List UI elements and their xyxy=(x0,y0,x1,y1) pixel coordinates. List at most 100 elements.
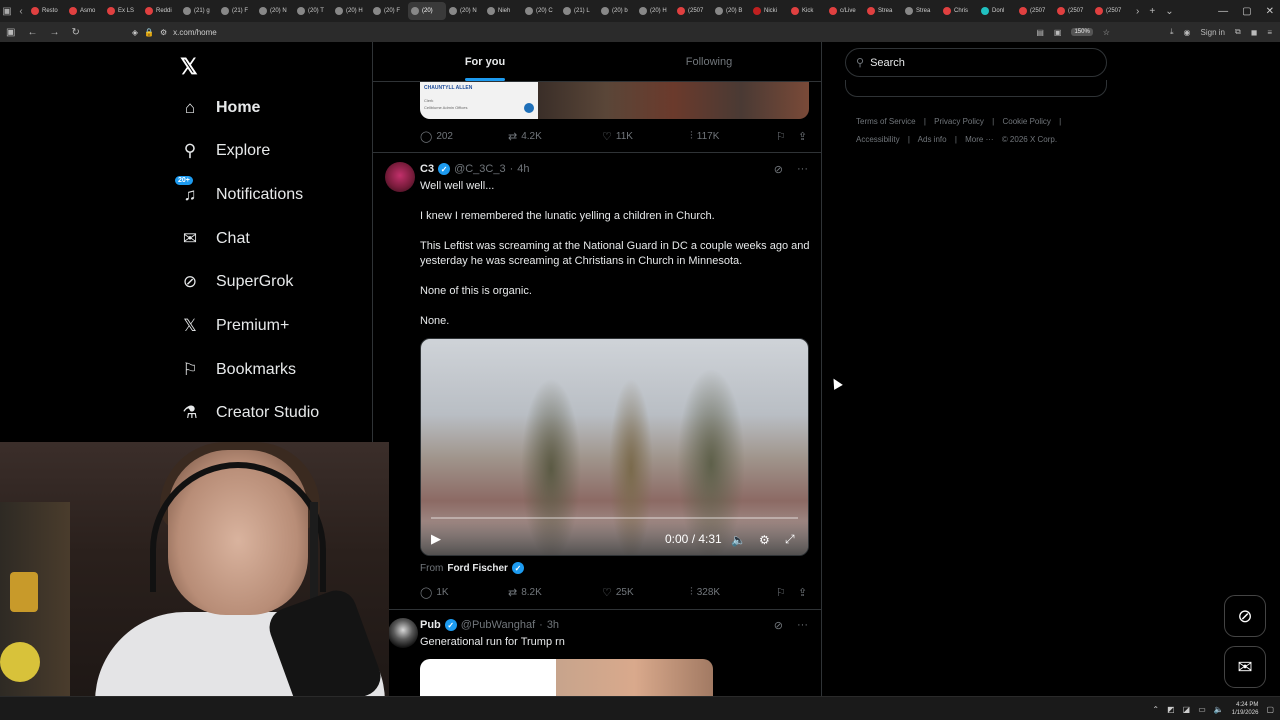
video-progress-bar[interactable] xyxy=(431,517,798,519)
browser-tab[interactable]: Ex LS xyxy=(104,2,142,20)
tray-app-icon[interactable]: ◪ xyxy=(1183,705,1191,714)
grok-icon[interactable]: ⊘ xyxy=(774,619,783,632)
search-box[interactable]: ⚲ Search xyxy=(845,48,1107,77)
browser-tab[interactable]: Kick xyxy=(788,2,826,20)
views-button[interactable]: ⫶ 328K xyxy=(690,586,776,599)
browser-tab[interactable]: c/Live xyxy=(826,2,864,20)
like-button[interactable]: ♡ 25K xyxy=(602,586,690,599)
browser-tab[interactable]: (20) N xyxy=(446,2,484,20)
author-handle[interactable]: @PubWanghaf xyxy=(461,619,535,631)
tab-list-icon[interactable]: ⌄ xyxy=(1165,6,1173,17)
clock[interactable]: 4:24 PM 1/19/2026 xyxy=(1232,701,1259,717)
browser-tab[interactable]: Nicki xyxy=(750,2,788,20)
footer-link-terms[interactable]: Terms of Service xyxy=(856,117,916,126)
close-window-icon[interactable]: ✕ xyxy=(1266,6,1274,17)
nav-supergrok[interactable]: ⊘ SuperGrok xyxy=(180,262,294,302)
browser-tab[interactable]: (20) T xyxy=(294,2,332,20)
tweet-time[interactable]: 3h xyxy=(547,619,559,631)
browser-tab[interactable]: (20) H xyxy=(636,2,674,20)
bookmark-star-icon[interactable]: ☆ xyxy=(1103,28,1110,37)
share-button[interactable]: ⇪ xyxy=(798,586,807,599)
author-handle[interactable]: @C_3C_3 xyxy=(454,163,506,175)
avatar[interactable] xyxy=(388,618,418,648)
video-player[interactable]: ▶ 0:00 / 4:31 🔈 ⚙ ⤢ xyxy=(420,338,809,556)
forward-icon[interactable]: → xyxy=(49,27,59,38)
browser-tab[interactable]: (21) L xyxy=(560,2,598,20)
picture-icon[interactable]: ▣ xyxy=(1054,28,1062,37)
like-button[interactable]: ♡ 11K xyxy=(602,130,690,143)
tab-following[interactable]: Following xyxy=(597,42,821,81)
tray-arrow-icon[interactable]: ⌃ xyxy=(1152,705,1159,714)
browser-tab[interactable]: (2507 xyxy=(1054,2,1092,20)
nav-bookmarks[interactable]: ⚐ Bookmarks xyxy=(180,350,296,390)
browser-tab[interactable]: Resto xyxy=(28,2,66,20)
reply-button[interactable]: ◯ 202 xyxy=(420,130,508,143)
download-icon[interactable]: ⤓ xyxy=(1170,27,1174,37)
settings-icon[interactable]: ⚙ xyxy=(759,533,770,547)
browser-tab[interactable]: (2507 xyxy=(674,2,712,20)
tracking-shield-icon[interactable]: ◈ xyxy=(132,28,138,37)
tab-scroll-left-icon[interactable]: ‹ xyxy=(14,0,28,22)
share-button[interactable]: ⇪ xyxy=(798,130,807,143)
source-author[interactable]: Ford Fischer xyxy=(447,563,508,574)
browser-tab[interactable]: Chris xyxy=(940,2,978,20)
extensions-icon[interactable]: ⧉ xyxy=(1235,27,1241,37)
x-logo-icon[interactable]: 𝕏 xyxy=(180,54,198,80)
browser-tab[interactable]: (20) H xyxy=(332,2,370,20)
sign-in-link[interactable]: Sign in xyxy=(1201,28,1225,37)
grok-icon[interactable]: ⊘ xyxy=(774,163,783,176)
nav-notifications[interactable]: ♫ 20+ Notifications xyxy=(174,175,303,215)
browser-tab[interactable]: Nieh xyxy=(484,2,522,20)
maximize-icon[interactable]: ▢ xyxy=(1242,6,1251,17)
browser-tab[interactable]: Reddi xyxy=(142,2,180,20)
avatar[interactable] xyxy=(385,162,415,192)
footer-link-privacy[interactable]: Privacy Policy xyxy=(934,117,984,126)
browser-tab[interactable]: Asmo xyxy=(66,2,104,20)
nav-premium[interactable]: 𝕏 Premium+ xyxy=(180,306,289,346)
notification-icon[interactable]: ◼ xyxy=(1251,28,1258,37)
browser-tab[interactable]: (2507 xyxy=(1092,2,1130,20)
search-input[interactable]: Search xyxy=(870,57,905,69)
tweet-media[interactable] xyxy=(420,659,713,696)
tray-app-icon[interactable]: ◩ xyxy=(1167,705,1175,714)
volume-icon[interactable]: 🔈 xyxy=(1214,705,1224,714)
grok-button[interactable]: ⊘ xyxy=(1224,595,1266,637)
reader-view-icon[interactable]: ▤ xyxy=(1036,28,1044,37)
more-icon[interactable]: ··· xyxy=(797,163,808,175)
views-button[interactable]: ⫶ 117K xyxy=(690,130,776,143)
tab-scroll-right-icon[interactable]: › xyxy=(1136,6,1139,17)
account-icon[interactable]: ◉ xyxy=(1184,28,1191,37)
menu-icon[interactable]: ≡ xyxy=(1267,28,1272,37)
browser-tab[interactable]: (20) B xyxy=(712,2,750,20)
new-tab-icon[interactable]: + xyxy=(1149,6,1155,17)
browser-tab[interactable]: (21) g xyxy=(180,2,218,20)
fullscreen-icon[interactable]: ⤢ xyxy=(785,532,795,547)
browser-tab[interactable]: Strea xyxy=(864,2,902,20)
zoom-level[interactable]: 150% xyxy=(1071,28,1093,36)
footer-link-cookie[interactable]: Cookie Policy xyxy=(1002,117,1050,126)
footer-link-ads-info[interactable]: Ads info xyxy=(918,135,947,144)
more-icon[interactable]: ··· xyxy=(797,619,808,631)
url-text[interactable]: x.com/home xyxy=(173,28,217,37)
browser-tab[interactable]: (20) F xyxy=(370,2,408,20)
browser-tab[interactable]: (20) b xyxy=(598,2,636,20)
bookmark-button[interactable]: ⚐ xyxy=(776,586,798,599)
reply-button[interactable]: ◯ 1K xyxy=(420,586,508,599)
browser-tab[interactable]: (20) C xyxy=(522,2,560,20)
browser-tab[interactable]: (20) N xyxy=(256,2,294,20)
tab-actions-icon[interactable]: ▣ xyxy=(0,0,14,22)
nav-creator-studio[interactable]: ⚗ Creator Studio xyxy=(180,393,319,433)
browser-tab[interactable]: (20) xyxy=(408,2,446,20)
volume-icon[interactable]: 🔈 xyxy=(731,533,746,547)
nav-chat[interactable]: ✉ Chat xyxy=(180,219,250,259)
repost-button[interactable]: ⇄ 4.2K xyxy=(508,130,602,143)
author-name[interactable]: C3 xyxy=(420,163,434,175)
sidebar-toggle-icon[interactable]: ▣ xyxy=(6,27,15,38)
footer-link-more[interactable]: More ··· xyxy=(965,135,993,144)
browser-tab[interactable]: Donl xyxy=(978,2,1016,20)
play-icon[interactable]: ▶ xyxy=(431,531,441,547)
browser-tab[interactable]: (21) F xyxy=(218,2,256,20)
tweet-time[interactable]: 4h xyxy=(517,163,529,175)
bookmark-button[interactable]: ⚐ xyxy=(776,130,798,143)
site-settings-icon[interactable]: ⚙ xyxy=(160,28,167,37)
